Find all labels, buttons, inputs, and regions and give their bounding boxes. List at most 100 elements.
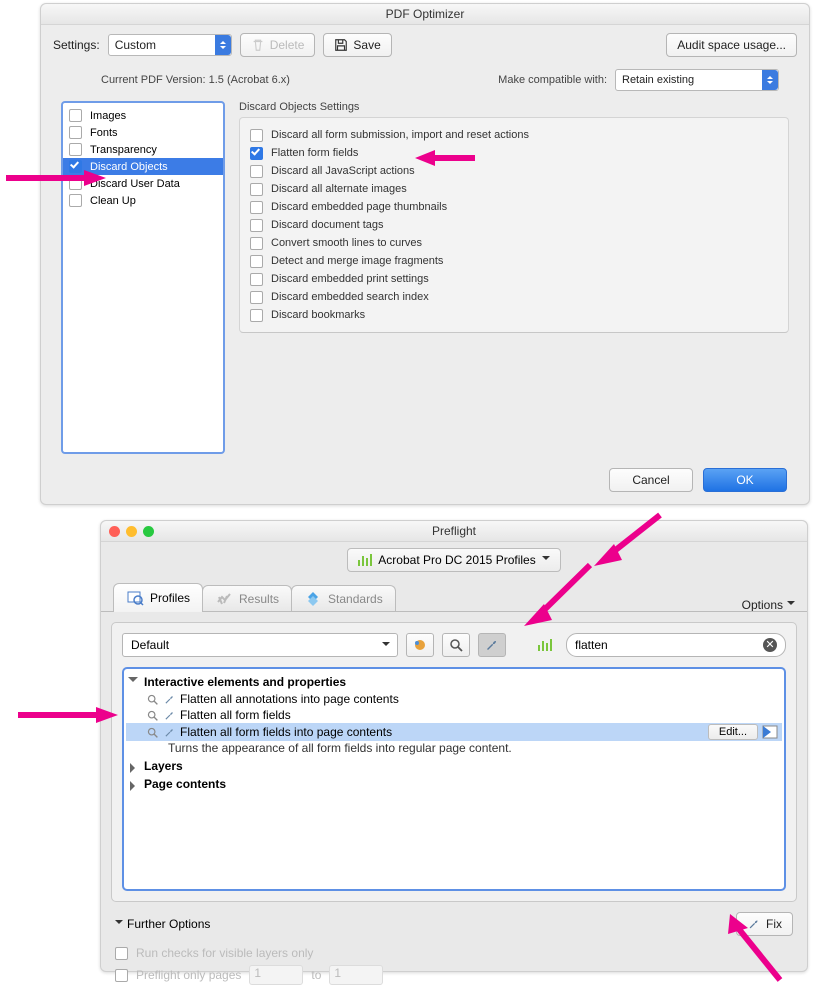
option-checkbox[interactable] — [250, 291, 263, 304]
tree-entry[interactable]: Flatten all form fields into page conten… — [126, 723, 782, 741]
tree-group[interactable]: Layers — [126, 757, 782, 775]
option-checkbox[interactable] — [250, 183, 263, 196]
options-box: Discard all form submission, import and … — [239, 117, 789, 333]
traffic-lights[interactable] — [109, 526, 154, 537]
tree-group[interactable]: Interactive elements and properties — [126, 673, 782, 691]
group-label: Page contents — [144, 777, 226, 791]
option-checkbox[interactable] — [250, 147, 263, 160]
bars-button[interactable] — [532, 634, 558, 656]
category-checkbox[interactable] — [69, 126, 82, 139]
option-label: Discard embedded print settings — [271, 273, 429, 285]
run-checks-label: Run checks for visible layers only — [136, 946, 313, 960]
tab-profiles[interactable]: Profiles — [113, 583, 203, 612]
option-row[interactable]: Discard all alternate images — [250, 180, 778, 198]
category-label: Images — [90, 110, 126, 122]
show-checks-button[interactable] — [442, 633, 470, 657]
option-label: Discard embedded search index — [271, 291, 429, 303]
tab-standards[interactable]: Standards — [291, 585, 396, 612]
option-label: Discard all form submission, import and … — [271, 129, 529, 141]
run-checks-checkbox — [115, 947, 128, 960]
further-label: Further Options — [127, 917, 210, 931]
option-label: Flatten form fields — [271, 147, 358, 159]
option-row[interactable]: Discard embedded print settings — [250, 270, 778, 288]
annotation-arrow — [520, 560, 600, 633]
option-row[interactable]: Discard all JavaScript actions — [250, 162, 778, 180]
bars-icon — [358, 554, 372, 566]
subline: Current PDF Version: 1.5 (Acrobat 6.x) M… — [41, 65, 809, 91]
search-input[interactable] — [573, 637, 757, 653]
settings-label: Settings: — [53, 38, 100, 52]
compat-select[interactable]: Retain existing — [615, 69, 779, 91]
option-row[interactable]: Discard bookmarks — [250, 306, 778, 324]
settings-select[interactable]: Custom — [108, 34, 232, 56]
option-row[interactable]: Discard embedded search index — [250, 288, 778, 306]
magnifier-icon — [146, 693, 159, 706]
magnifier-icon — [146, 726, 159, 739]
profile-set-label: Acrobat Pro DC 2015 Profiles — [378, 553, 535, 567]
category-checkbox[interactable] — [69, 143, 82, 156]
tree-group[interactable]: Page contents — [126, 775, 782, 793]
floppy-icon — [334, 38, 348, 52]
option-row[interactable]: Detect and merge image fragments — [250, 252, 778, 270]
option-row[interactable]: Flatten form fields — [250, 144, 778, 162]
option-checkbox[interactable] — [250, 237, 263, 250]
wrench-icon — [484, 637, 500, 653]
search-field[interactable]: ✕ — [566, 633, 786, 657]
edit-button[interactable]: Edit... — [708, 724, 758, 740]
save-button[interactable]: Save — [323, 33, 391, 57]
category-list[interactable]: ImagesFontsTransparencyDiscard ObjectsDi… — [61, 101, 225, 454]
chevron-down-icon — [115, 920, 123, 928]
window-title: Preflight — [101, 521, 807, 542]
audit-button[interactable]: Audit space usage... — [666, 33, 797, 57]
settings-panel: Discard Objects Settings Discard all for… — [239, 101, 789, 454]
tab-bar: Profiles Results Standards Options — [101, 578, 807, 612]
option-label: Discard document tags — [271, 219, 384, 231]
show-fixups-button[interactable] — [478, 633, 506, 657]
cancel-button[interactable]: Cancel — [609, 468, 693, 492]
tab-results[interactable]: Results — [202, 585, 292, 612]
category-item[interactable]: Transparency — [63, 141, 223, 158]
current-version: Current PDF Version: 1.5 (Acrobat 6.x) — [101, 74, 290, 86]
profiles-icon — [126, 589, 144, 607]
option-checkbox[interactable] — [250, 255, 263, 268]
annotation-arrow — [720, 910, 800, 993]
category-label: Transparency — [90, 144, 157, 156]
option-row[interactable]: Convert smooth lines to curves — [250, 234, 778, 252]
tree-entry[interactable]: Flatten all annotations into page conten… — [126, 691, 782, 707]
options-menu[interactable]: Options — [742, 598, 795, 612]
option-label: Discard all alternate images — [271, 183, 407, 195]
tree-entry[interactable]: Flatten all form fields — [126, 707, 782, 723]
only-pages-label: Preflight only pages — [136, 968, 241, 982]
clear-icon[interactable]: ✕ — [763, 638, 777, 652]
option-row[interactable]: Discard embedded page thumbnails — [250, 198, 778, 216]
entry-description: Turns the appearance of all form fields … — [126, 741, 782, 757]
option-checkbox[interactable] — [250, 219, 263, 232]
pdf-optimizer-window: PDF Optimizer Settings: Custom Delete Sa… — [40, 3, 810, 505]
magnifier-icon — [146, 709, 159, 722]
library-select[interactable]: Default — [122, 633, 398, 657]
show-all-button[interactable] — [406, 633, 434, 657]
category-checkbox[interactable] — [69, 109, 82, 122]
chevron-down-icon — [787, 601, 795, 609]
option-row[interactable]: Discard all form submission, import and … — [250, 126, 778, 144]
standards-icon — [304, 590, 322, 608]
category-item[interactable]: Clean Up — [63, 192, 223, 209]
option-checkbox[interactable] — [250, 309, 263, 322]
option-checkbox[interactable] — [250, 201, 263, 214]
fixups-tree[interactable]: Interactive elements and properties Flat… — [122, 667, 786, 891]
category-checkbox[interactable] — [69, 194, 82, 207]
toolbar: Settings: Custom Delete Save Audit space… — [41, 25, 809, 65]
group-label: Layers — [144, 759, 183, 773]
save-label: Save — [353, 38, 380, 52]
option-row[interactable]: Discard document tags — [250, 216, 778, 234]
only-pages-checkbox — [115, 969, 128, 982]
category-item[interactable]: Images — [63, 107, 223, 124]
option-checkbox[interactable] — [250, 165, 263, 178]
group-label: Interactive elements and properties — [144, 675, 346, 689]
delete-button[interactable]: Delete — [240, 33, 316, 57]
category-item[interactable]: Fonts — [63, 124, 223, 141]
option-checkbox[interactable] — [250, 273, 263, 286]
option-checkbox[interactable] — [250, 129, 263, 142]
option-label: Detect and merge image fragments — [271, 255, 443, 267]
ok-button[interactable]: OK — [703, 468, 787, 492]
